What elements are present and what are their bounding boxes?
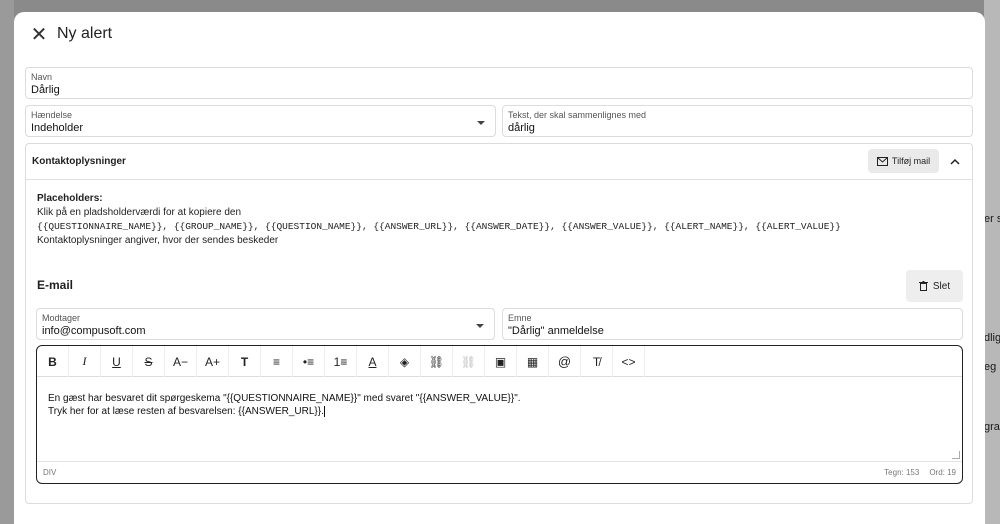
body-line-1: En gæst har besvaret dit spørgeskema "{{… <box>48 393 521 404</box>
increase-font-icon: A+ <box>204 354 220 369</box>
link-icon: ⛓ <box>428 354 445 369</box>
table-button[interactable]: ▦ <box>517 346 549 377</box>
add-mail-button[interactable]: Tilføj mail <box>868 149 939 173</box>
text-cursor <box>323 405 325 417</box>
compare-text-label: Tekst, der skal sammenlignes med <box>508 110 647 120</box>
unlink-icon: ⛓ <box>460 354 477 369</box>
link-button[interactable]: ⛓ <box>421 346 453 377</box>
bold-button[interactable]: B <box>37 346 69 377</box>
numbered-list-button[interactable]: 1≡ <box>325 346 357 377</box>
table-icon: ▦ <box>526 354 539 369</box>
name-field-label: Navn <box>31 72 53 82</box>
close-icon[interactable]: ✕ <box>30 24 48 46</box>
name-field-value: Dårlig <box>31 84 60 96</box>
placeholders-list[interactable]: {{QUESTIONNAIRE_NAME}}, {{GROUP_NAME}}, … <box>37 220 897 234</box>
underline-icon: U <box>112 354 121 369</box>
subject-value: "Dårlig" anmeldelse <box>508 325 604 337</box>
event-select-label: Hændelse <box>31 110 73 120</box>
source-code-icon: <> <box>621 354 636 369</box>
dropdown-arrow-icon <box>476 324 484 328</box>
italic-button[interactable]: I <box>69 346 101 377</box>
mention-icon: @ <box>557 354 572 369</box>
bold-icon: B <box>48 354 57 369</box>
word-count: Ord: 19 <box>929 468 956 477</box>
underline-button[interactable]: U <box>101 346 133 377</box>
background-text: er s <box>984 213 1000 225</box>
placeholders-block: Placeholders: Klik på en pladsholderværd… <box>37 192 897 248</box>
align-button[interactable]: ≡ <box>261 346 293 377</box>
editor-content[interactable]: En gæst har besvaret dit spørgeskema "{{… <box>48 392 521 418</box>
increase-font-button[interactable]: A+ <box>197 346 229 377</box>
clear-format-button[interactable]: T̸ <box>581 346 613 377</box>
background-text: dligt <box>984 332 1000 344</box>
bullet-list-button[interactable]: •≡ <box>293 346 325 377</box>
recipient-select[interactable]: Modtager info@compusoft.com <box>36 308 495 340</box>
collapse-chevron-up-icon[interactable] <box>947 153 963 169</box>
placeholders-title: Placeholders: <box>37 193 103 204</box>
text-style-icon: T <box>240 354 249 369</box>
contact-section: Kontaktoplysninger Tilføj mail Placehold… <box>25 143 973 504</box>
contact-section-title: Kontaktoplysninger <box>32 156 126 167</box>
background-text: gra <box>984 421 1000 433</box>
editor-toolbar: B I U S A− A+ T ≡ •≡ 1≡ A ◈ ⛓ ⛓ ▣ ▦ @ T̸ <> <box>37 346 962 377</box>
align-icon: ≡ <box>272 354 280 369</box>
mention-button[interactable]: @ <box>549 346 581 377</box>
background-text: eg ri <box>984 361 1000 373</box>
delete-label: Slet <box>932 280 951 292</box>
highlight-icon: ◈ <box>399 354 410 369</box>
element-path: DIV <box>43 468 57 477</box>
unlink-button[interactable]: ⛓ <box>453 346 485 377</box>
delete-email-button[interactable]: Slet <box>906 270 963 302</box>
modal-title: Ny alert <box>57 25 113 42</box>
italic-icon: I <box>82 354 87 368</box>
recipient-label: Modtager <box>42 313 81 323</box>
placeholders-hint: Klik på en pladsholderværdi for at kopie… <box>37 207 242 218</box>
modal-header: ✕ Ny alert <box>14 12 985 58</box>
char-count: Tegn: 153 <box>884 468 920 477</box>
name-field[interactable]: Navn Dårlig <box>25 67 973 99</box>
recipient-value: info@compusoft.com <box>42 325 146 337</box>
subject-field[interactable]: Emne "Dårlig" anmeldelse <box>502 308 963 340</box>
text-style-button[interactable]: T <box>229 346 261 377</box>
contact-section-header[interactable]: Kontaktoplysninger Tilføj mail <box>26 144 972 180</box>
bullet-list-icon: •≡ <box>302 354 315 369</box>
event-select[interactable]: Hændelse Indeholder <box>25 105 496 137</box>
compare-text-field[interactable]: Tekst, der skal sammenlignes med dårlig <box>502 105 973 137</box>
decrease-font-button[interactable]: A− <box>165 346 197 377</box>
numbered-list-icon: 1≡ <box>333 354 348 369</box>
strikethrough-button[interactable]: S <box>133 346 165 377</box>
decrease-font-icon: A− <box>172 354 188 369</box>
add-mail-label: Tilføj mail <box>891 156 931 166</box>
background-right <box>984 0 1000 524</box>
trash-icon <box>918 281 928 291</box>
mail-icon <box>876 156 888 166</box>
chevron-up-icon <box>950 158 960 165</box>
event-select-value: Indeholder <box>31 122 83 134</box>
source-code-button[interactable]: <> <box>613 346 645 377</box>
email-section-title: E-mail <box>37 278 74 292</box>
font-color-icon: A <box>368 354 377 369</box>
dropdown-arrow-icon <box>477 121 485 125</box>
strikethrough-icon: S <box>144 354 153 369</box>
background-left <box>0 0 14 524</box>
compare-text-value: dårlig <box>508 122 535 134</box>
email-body-editor[interactable]: B I U S A− A+ T ≡ •≡ 1≡ A ◈ ⛓ ⛓ ▣ ▦ @ T̸ <> En gæst har be… <box>36 345 963 484</box>
resize-handle[interactable] <box>952 451 960 459</box>
body-line-2: Tryk her for at læse resten af besvarels… <box>48 406 324 417</box>
image-icon: ▣ <box>494 354 507 369</box>
subject-label: Emne <box>508 313 532 323</box>
clear-format-icon: T̸ <box>592 354 601 369</box>
image-button[interactable]: ▣ <box>485 346 517 377</box>
new-alert-modal: ✕ Ny alert Navn Dårlig Hændelse Indehold… <box>14 12 985 524</box>
contact-info-text: Kontaktoplysninger angiver, hvor der sen… <box>37 235 279 246</box>
font-color-button[interactable]: A <box>357 346 389 377</box>
highlight-button[interactable]: ◈ <box>389 346 421 377</box>
editor-statusbar: DIV Tegn: 153 Ord: 19 <box>37 461 962 483</box>
